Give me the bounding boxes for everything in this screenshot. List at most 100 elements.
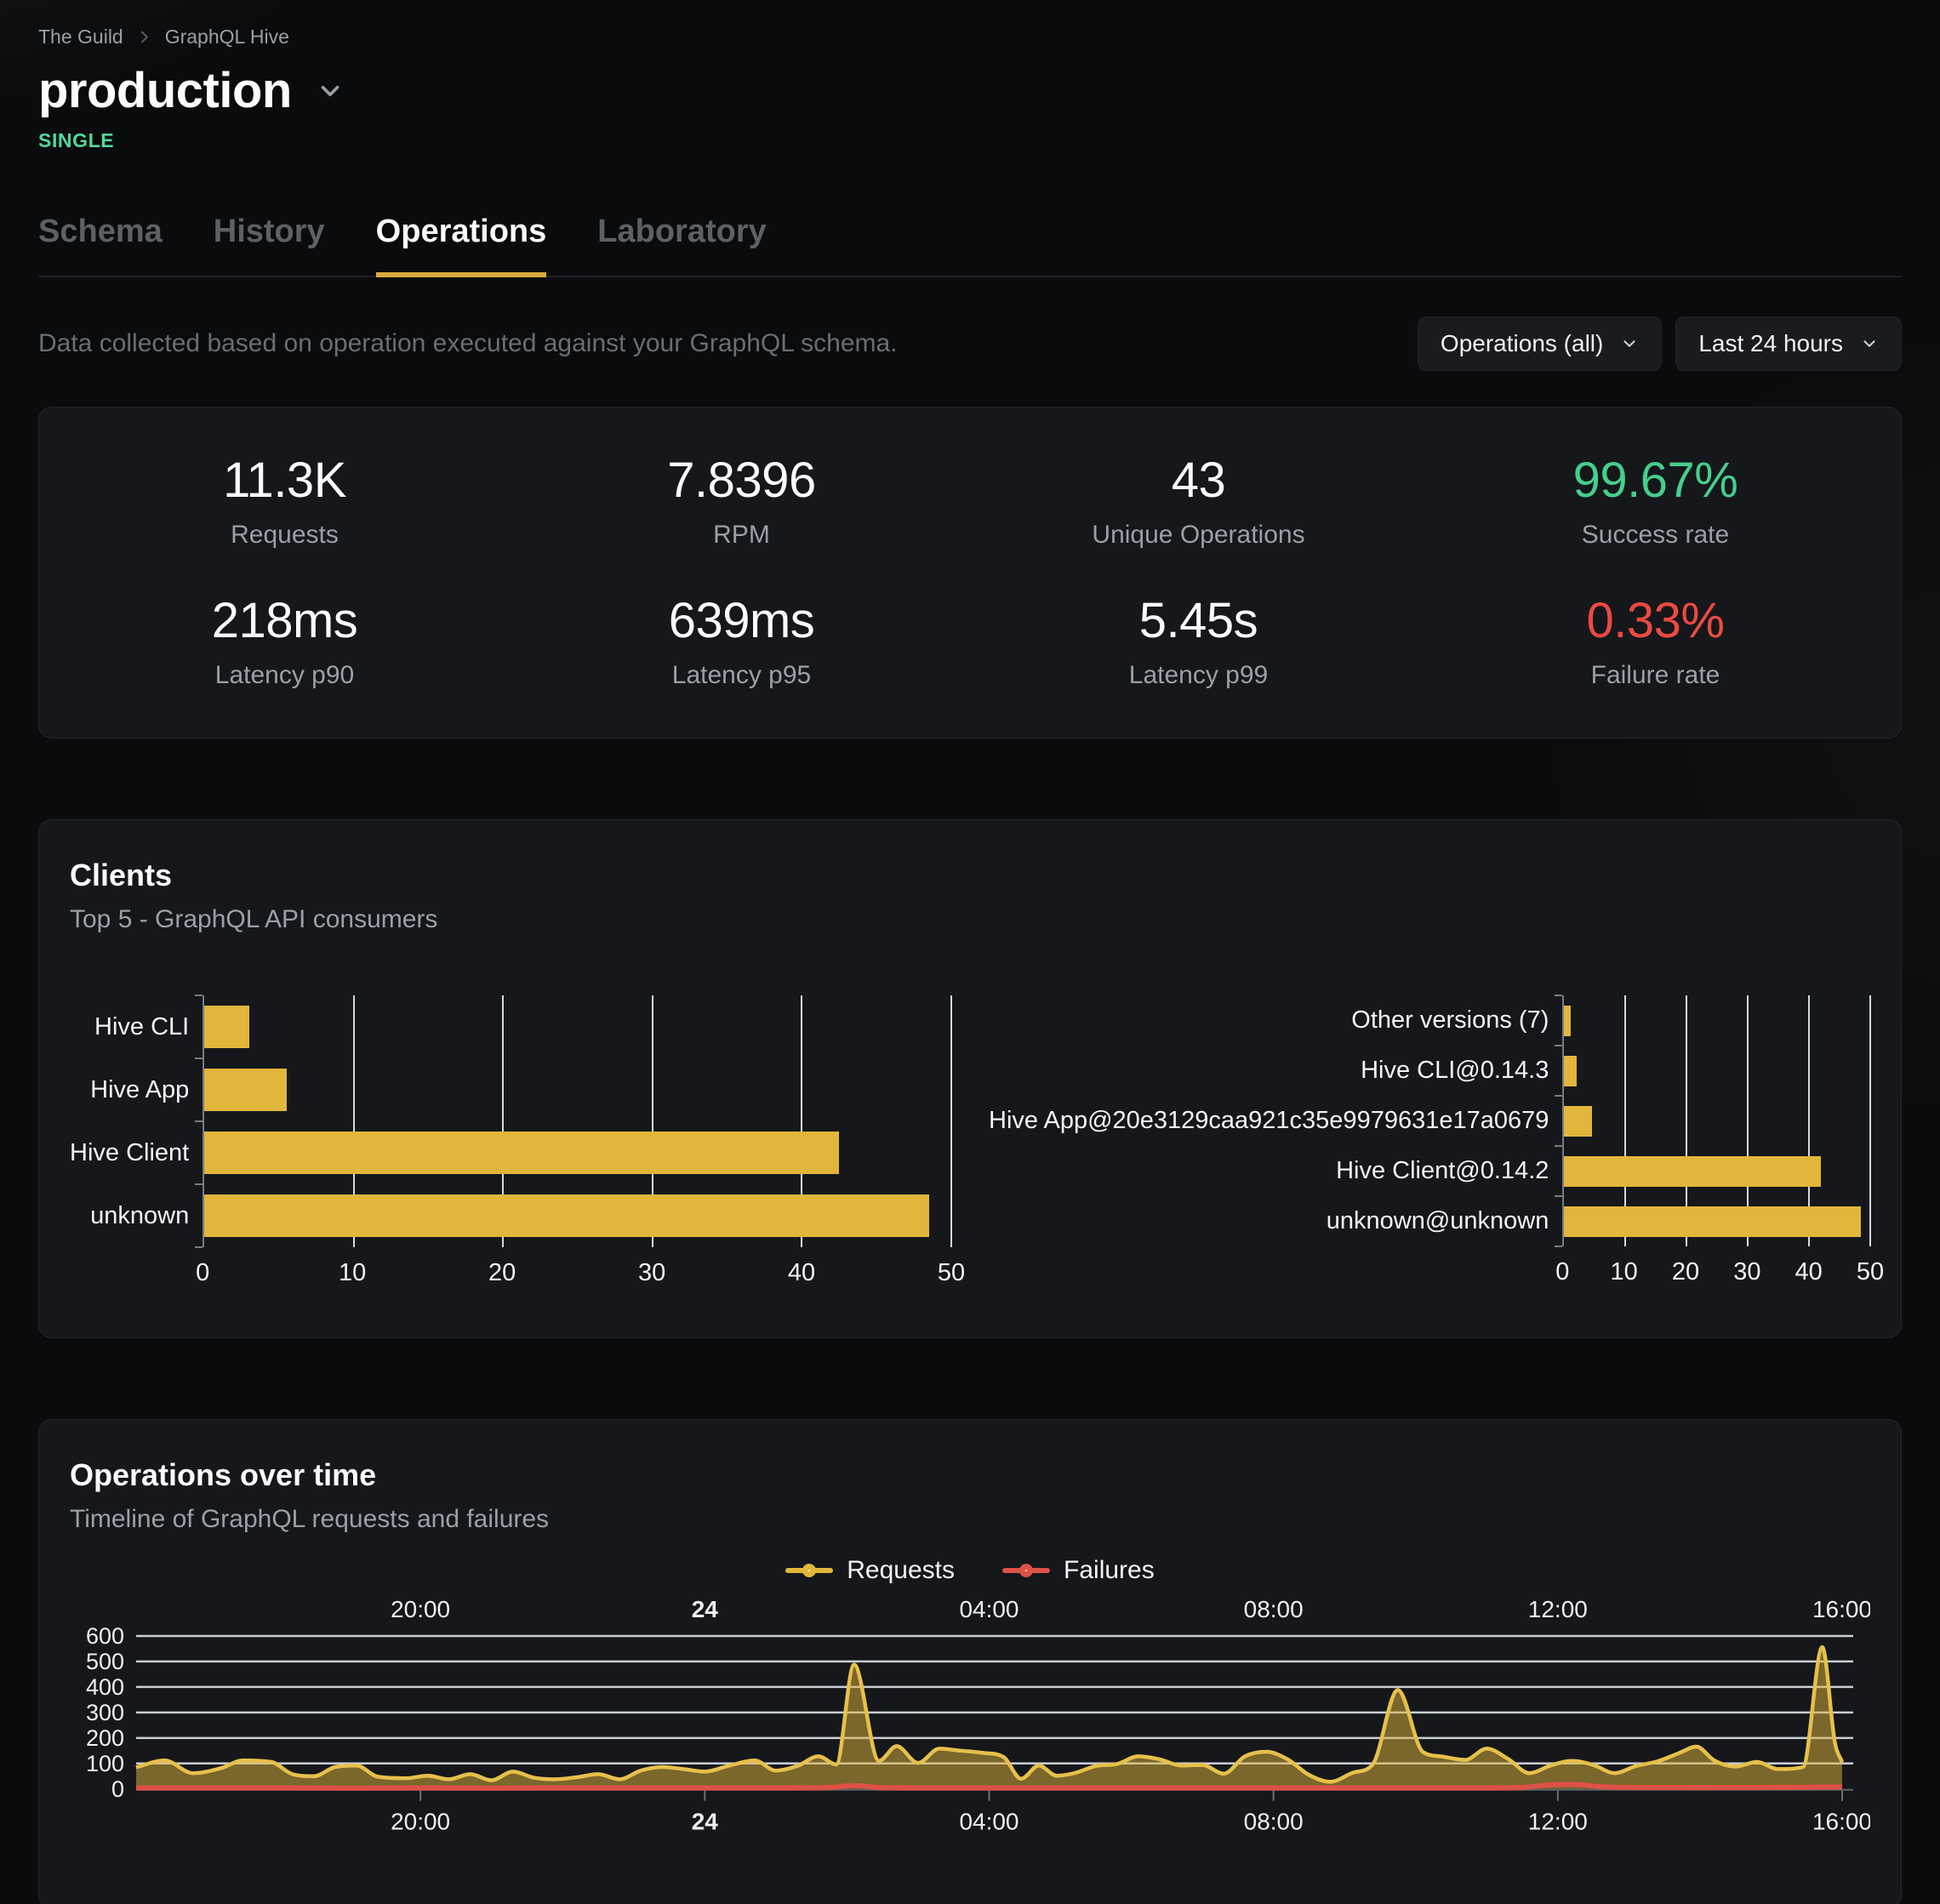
bar-category-label: Hive App (70, 1058, 203, 1121)
axis-tick (1555, 1095, 1562, 1097)
bar (1564, 1206, 1861, 1237)
x-axis-top-label: 12:00 (1528, 1596, 1588, 1622)
period-filter-dropdown[interactable]: Last 24 hours (1675, 316, 1902, 371)
bar-category-label: Hive App@20e3129caa921c35e9979631e17a067… (989, 1096, 1562, 1146)
table-row (1564, 1146, 1870, 1196)
y-axis-tick-label: 0 (111, 1776, 124, 1802)
tab-laboratory[interactable]: Laboratory (597, 214, 766, 277)
axis-tick (1555, 1045, 1562, 1046)
bar (204, 1069, 287, 1111)
stat-value: 639ms (513, 592, 970, 649)
x-axis-tick-label: 0 (1555, 1258, 1569, 1286)
stat-label: Success rate (1427, 521, 1884, 550)
x-axis-top-label: 20:00 (391, 1596, 450, 1622)
stat-value: 7.8396 (513, 452, 970, 509)
clients-top5-x-axis: 01020304050 (203, 1259, 951, 1295)
main-content: Data collected based on operation execut… (0, 316, 1940, 1904)
axis-tick (1555, 1195, 1562, 1197)
clients-top5-grid: Hive CLIHive AppHive Clientunknown010203… (70, 995, 951, 1295)
stat-label: RPM (513, 521, 970, 550)
stat-label: Unique Operations (970, 521, 1427, 550)
bar-category-label: unknown (70, 1184, 203, 1247)
requests-area (136, 1647, 1842, 1789)
stat-label: Failure rate (1427, 661, 1884, 690)
y-axis-tick-label: 300 (86, 1700, 124, 1725)
bar-category-label: Other versions (7) (989, 995, 1562, 1046)
bar-category-label: Hive CLI@0.14.3 (989, 1046, 1562, 1096)
stat-value: 0.33% (1427, 592, 1884, 649)
stat-label: Latency p95 (513, 661, 970, 690)
legend-label: Requests (847, 1556, 955, 1585)
client-versions-top5-plot (1562, 995, 1870, 1246)
bar-category-label: Hive CLI (70, 995, 203, 1058)
y-axis-tick-label: 500 (86, 1649, 124, 1674)
x-axis-bottom-label: 20:00 (391, 1809, 450, 1835)
x-axis-tick-label: 50 (938, 1259, 965, 1287)
client-versions-top5-labels: Other versions (7)Hive CLI@0.14.3Hive Ap… (989, 995, 1562, 1246)
stat-value: 99.67% (1427, 452, 1884, 509)
bar-category-label: Hive Client (70, 1121, 203, 1184)
y-axis-tick-label: 200 (86, 1725, 124, 1751)
stat-unique-operations: 43Unique Operations (970, 452, 1427, 550)
timeline-legend: Requests Failures (70, 1556, 1870, 1585)
legend-dot (1019, 1564, 1033, 1577)
x-axis-top-label: 04:00 (959, 1596, 1018, 1622)
legend-marker-icon (1002, 1557, 1050, 1584)
axis-tick (195, 1183, 203, 1185)
bar-category-label: unknown@unknown (989, 1196, 1562, 1246)
axis-tick (195, 995, 203, 996)
filter-buttons: Operations (all) Last 24 hours (1418, 316, 1902, 371)
axis-tick (1555, 1145, 1562, 1147)
breadcrumb-project[interactable]: GraphQL Hive (165, 26, 289, 48)
stat-value: 218ms (56, 592, 513, 649)
x-axis-top-label: 16:00 (1812, 1596, 1870, 1622)
bar (1564, 1156, 1821, 1187)
stat-failure-rate: 0.33% Failure rate (1427, 592, 1884, 690)
axis-tick (1555, 995, 1562, 996)
title-row: production (38, 62, 1902, 119)
x-axis-tick-label: 10 (1611, 1258, 1638, 1286)
clients-top5-labels: Hive CLIHive AppHive Clientunknown (70, 995, 203, 1247)
breadcrumb-org[interactable]: The Guild (38, 26, 123, 48)
axis-tick (195, 1120, 203, 1122)
x-axis-top-label: 08:00 (1244, 1596, 1304, 1622)
x-axis-bottom-label: 04:00 (959, 1809, 1018, 1835)
bar (1564, 1006, 1570, 1036)
target-type-badge: SINGLE (38, 129, 1902, 152)
y-axis-tick-label: 600 (86, 1623, 124, 1649)
x-axis-tick-label: 30 (638, 1259, 665, 1287)
axis-tick (195, 1246, 203, 1248)
clients-top5-plot (203, 995, 951, 1247)
stats-card: 11.3KRequests7.8396 RPM43Unique Operation… (38, 407, 1902, 738)
clients-card: Clients Top 5 - GraphQL API consumers Hi… (38, 819, 1902, 1338)
clients-charts: Hive CLIHive AppHive Clientunknown 0 10 20 3… (70, 995, 1870, 1312)
stat-value: 5.45s (970, 592, 1427, 649)
timeline-chart: 010020030040050060020:0020:00242404:0004… (70, 1595, 1870, 1882)
legend-item-requests[interactable]: Requests (785, 1556, 955, 1585)
x-axis-tick-label: 40 (788, 1259, 815, 1287)
chevron-down-icon (1620, 334, 1639, 353)
x-axis-bottom-label: 08:00 (1244, 1809, 1304, 1835)
filter-row: Data collected based on operation execut… (38, 316, 1902, 371)
legend-marker-icon (785, 1557, 833, 1584)
y-axis-tick-label: 100 (86, 1751, 124, 1776)
legend-dot (802, 1564, 816, 1577)
x-axis-bottom-label: 12:00 (1528, 1809, 1588, 1835)
stat-requests: 11.3KRequests (56, 452, 513, 550)
x-axis-tick-label: 20 (488, 1259, 516, 1287)
tab-schema[interactable]: Schema (38, 214, 163, 277)
stat-label: Requests (56, 521, 513, 550)
tab-history[interactable]: History (214, 214, 325, 277)
clients-card-title: Clients (70, 858, 1870, 893)
timeline-card-subtitle: Timeline of GraphQL requests and failure… (70, 1505, 1870, 1534)
x-axis-tick-label: 0 (196, 1259, 209, 1287)
page-header: The Guild GraphQL Hive production SINGLE… (0, 0, 1940, 277)
legend-item-failures[interactable]: Failures (1002, 1556, 1155, 1585)
client-versions-bar-chart: Other versions (7)Hive CLI@0.14.3Hive Ap… (989, 995, 1870, 1295)
table-row (1564, 995, 1870, 1046)
target-selector-chevron-icon[interactable] (316, 77, 345, 105)
x-axis-bottom-label: 24 (692, 1809, 719, 1835)
chevron-down-icon (1860, 334, 1879, 353)
operations-filter-dropdown[interactable]: Operations (all) (1418, 316, 1662, 371)
tab-operations[interactable]: Operations (376, 214, 547, 277)
